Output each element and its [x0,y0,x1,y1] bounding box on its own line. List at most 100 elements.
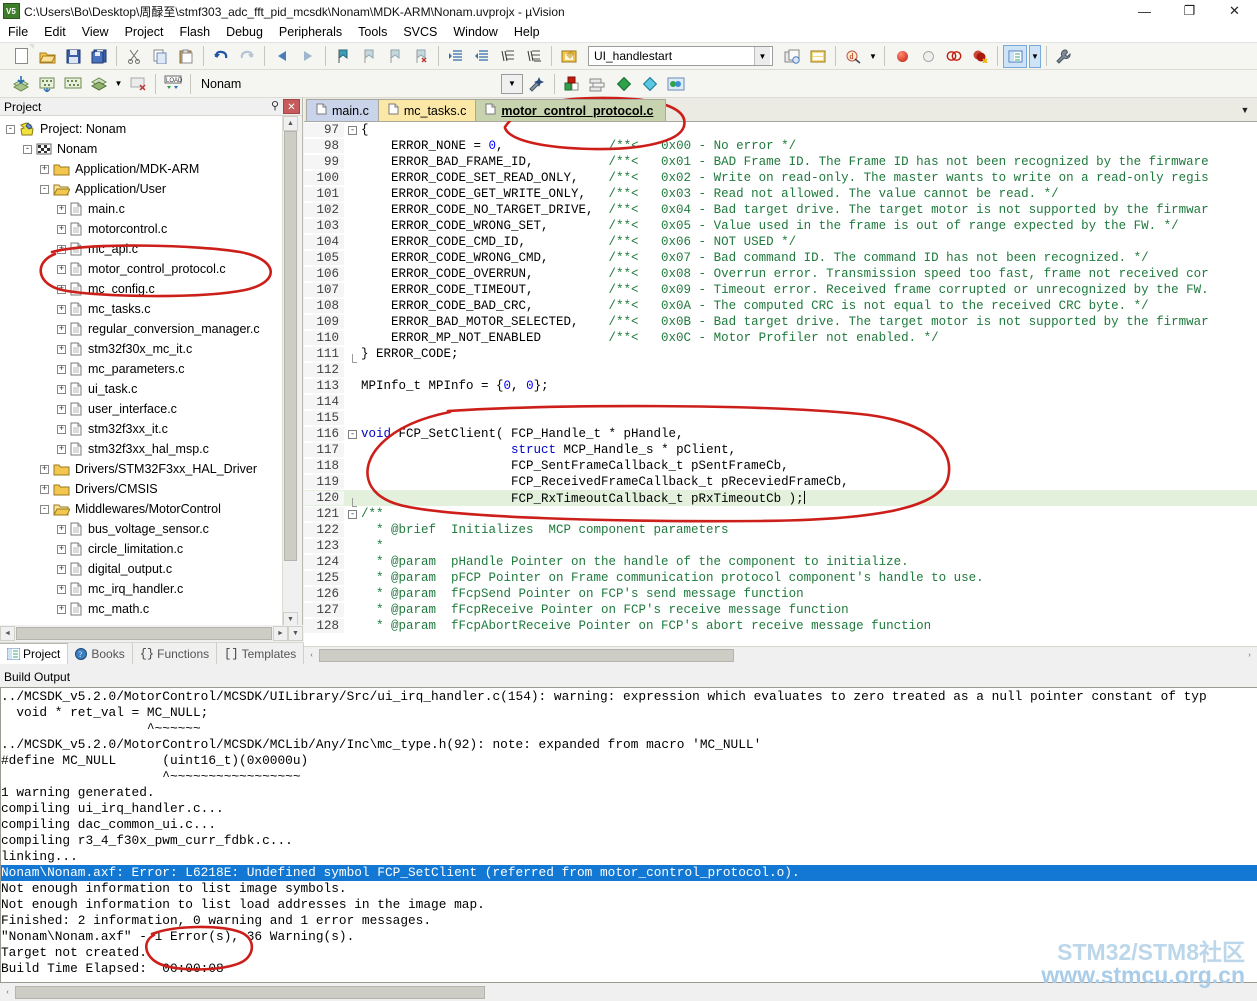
expand-toggle-icon[interactable]: + [57,264,66,274]
tree-item-drivers-stm32f3xx-hal-driver[interactable]: + Drivers/STM32F3xx_HAL_Driver [0,459,283,479]
code-line[interactable]: 122 * @brief Initializes MCP component p… [304,522,1257,538]
code-line[interactable]: 113 MPInfo_t MPInfo = {0, 0}; [304,378,1257,394]
code-line[interactable]: 101 ERROR_CODE_GET_WRITE_ONLY, /**< 0x03… [304,186,1257,202]
collapse-toggle-icon[interactable]: - [40,184,49,194]
uncomment-icon[interactable] [522,45,546,68]
kill-all-breakpoints-icon[interactable] [968,45,992,68]
collapse-toggle-icon[interactable]: - [23,144,32,154]
pin-icon[interactable]: ⚲ [267,99,283,114]
expand-toggle-icon[interactable]: + [57,604,66,614]
expand-toggle-icon[interactable]: + [57,304,66,314]
editor-hscrollbar[interactable]: ‹ › [304,646,1257,664]
tree-item-middlewares-motorcontrol[interactable]: - Middlewares/MotorControl [0,499,283,519]
tab-functions[interactable]: {} Functions [133,643,218,664]
navigate-back-icon[interactable] [270,45,294,68]
project-tree-hscrollbar[interactable]: ◄ ► ▼ [0,625,303,642]
code-line[interactable]: 110 ERROR_MP_NOT_ENABLED /**< 0x0C - Mot… [304,330,1257,346]
tree-item-circle-limitation-c[interactable]: + circle_limitation.c [0,539,283,559]
close-button[interactable]: ✕ [1212,0,1257,22]
expand-toggle-icon[interactable]: + [57,564,66,574]
build-output-line[interactable]: linking... [1,849,1257,865]
chevron-down-icon[interactable]: ▼ [1235,100,1255,120]
expand-toggle-icon[interactable]: + [57,444,66,454]
build-output-line[interactable]: compiling ui_irq_handler.c... [1,801,1257,817]
code-line[interactable]: 98 ERROR_NONE = 0, /**< 0x00 - No error … [304,138,1257,154]
tree-item-drivers-cmsis[interactable]: + Drivers/CMSIS [0,479,283,499]
tree-item-application-user[interactable]: - Application/User [0,179,283,199]
code-line[interactable]: 106 ERROR_CODE_OVERRUN, /**< 0x08 - Over… [304,266,1257,282]
tree-item-mc-math-c[interactable]: + mc_math.c [0,599,283,619]
code-line[interactable]: 125 * @param pFCP Pointer on Frame commu… [304,570,1257,586]
build-output-line[interactable]: ^~~~~~~ [1,721,1257,737]
expand-toggle-icon[interactable]: + [57,424,66,434]
copy-icon[interactable] [148,45,172,68]
tree-item-mc-tasks-c[interactable]: + mc_tasks.c [0,299,283,319]
build-output-line[interactable]: Finished: 2 information, 0 warning and 1… [1,913,1257,929]
scroll-up-icon[interactable]: ▲ [283,116,298,131]
bookmark-clear-icon[interactable] [409,45,433,68]
tree-item-motor-control-protocol-c[interactable]: + motor_control_protocol.c [0,259,283,279]
redo-icon[interactable] [235,45,259,68]
code-line[interactable]: 99 ERROR_BAD_FRAME_ID, /**< 0x01 - BAD F… [304,154,1257,170]
build-hscroll-thumb[interactable] [15,986,485,999]
expand-toggle-icon[interactable]: + [57,544,66,554]
code-line[interactable]: 100 ERROR_CODE_SET_READ_ONLY, /**< 0x02 … [304,170,1257,186]
tree-item-mc-parameters-c[interactable]: + mc_parameters.c [0,359,283,379]
expand-toggle-icon[interactable]: + [57,584,66,594]
code-line[interactable]: 114 [304,394,1257,410]
manage-runtime-environment-icon[interactable] [560,72,584,95]
menu-project[interactable]: Project [117,23,172,41]
expand-toggle-icon[interactable]: + [57,324,66,334]
utilities-icon[interactable] [1052,45,1076,68]
navigate-forward-icon[interactable] [296,45,320,68]
tree-item-stm32f3xx-hal-msp-c[interactable]: + stm32f3xx_hal_msp.c [0,439,283,459]
cut-icon[interactable] [122,45,146,68]
save-all-icon[interactable] [87,45,111,68]
tree-item-project-nonam[interactable]: - Project: Nonam [0,119,283,139]
undo-icon[interactable] [209,45,233,68]
batch-build-icon[interactable] [87,72,111,95]
project-tree-vscrollbar[interactable]: ▲ ▼ [282,116,298,627]
menu-debug[interactable]: Debug [218,23,271,41]
manage-project-items-icon[interactable] [780,45,804,68]
expand-toggle-icon[interactable]: + [57,244,66,254]
manage-run-time-env-icon[interactable] [664,72,688,95]
tree-item-application-mdk-arm[interactable]: + Application/MDK-ARM [0,159,283,179]
project-window-icon[interactable] [1003,44,1027,68]
expand-toggle-icon[interactable]: + [57,284,66,294]
stop-build-icon[interactable] [126,72,150,95]
batch-build-dropdown-icon[interactable]: ▼ [113,72,124,95]
tree-item-motorcontrol-c[interactable]: + motorcontrol.c [0,219,283,239]
scroll-left-icon[interactable]: ◄ [0,626,15,641]
build-output-line[interactable]: Not enough information to list load addr… [1,897,1257,913]
fold-column[interactable]: - [344,429,361,439]
code-line[interactable]: 112 [304,362,1257,378]
menu-window[interactable]: Window [445,23,505,41]
build-scroll-left-icon[interactable]: ‹ [0,985,15,1000]
translate-icon[interactable] [9,72,33,95]
expand-toggle-icon[interactable]: + [57,384,66,394]
tab-templates[interactable]: [] Templates [217,643,305,664]
bookmark-prev-icon[interactable] [357,45,381,68]
disable-all-breakpoints-icon[interactable] [942,45,966,68]
build-icon[interactable] [35,72,59,95]
fold-column[interactable]: - [344,509,361,519]
tab-books[interactable]: ? Books [68,643,133,664]
code-line[interactable]: 121-/** [304,506,1257,522]
scroll-dropdown-icon[interactable]: ▼ [288,626,303,641]
tree-item-mc-api-c[interactable]: + mc_api.c [0,239,283,259]
hscroll-thumb[interactable] [16,627,272,640]
build-output-error-line[interactable]: Nonam\Nonam.axf: Error: L6218E: Undefine… [1,865,1257,881]
code-line[interactable]: 102 ERROR_CODE_NO_TARGET_DRIVE, /**< 0x0… [304,202,1257,218]
project-tree[interactable]: - Project: Nonam - Nonam + Application/MDK-AR… [0,116,283,644]
insert-breakpoint-icon[interactable] [890,45,914,68]
fold-collapse-icon[interactable]: - [348,125,357,135]
build-output-line[interactable]: ../MCSDK_v5.2.0/MotorControl/MCSDK/MCLib… [1,737,1257,753]
zoom-search-icon[interactable]: d [841,45,865,68]
code-line[interactable]: 109 ERROR_BAD_MOTOR_SELECTED, /**< 0x0B … [304,314,1257,330]
pack-installer-icon[interactable] [612,72,636,95]
build-output-line[interactable]: 1 warning generated. [1,785,1257,801]
code-line[interactable]: 104 ERROR_CODE_CMD_ID, /**< 0x06 - NOT U… [304,234,1257,250]
code-line[interactable]: 128 * @param fFcpAbortReceive Pointer on… [304,618,1257,634]
tree-item-regular-conversion-manager-c[interactable]: + regular_conversion_manager.c [0,319,283,339]
